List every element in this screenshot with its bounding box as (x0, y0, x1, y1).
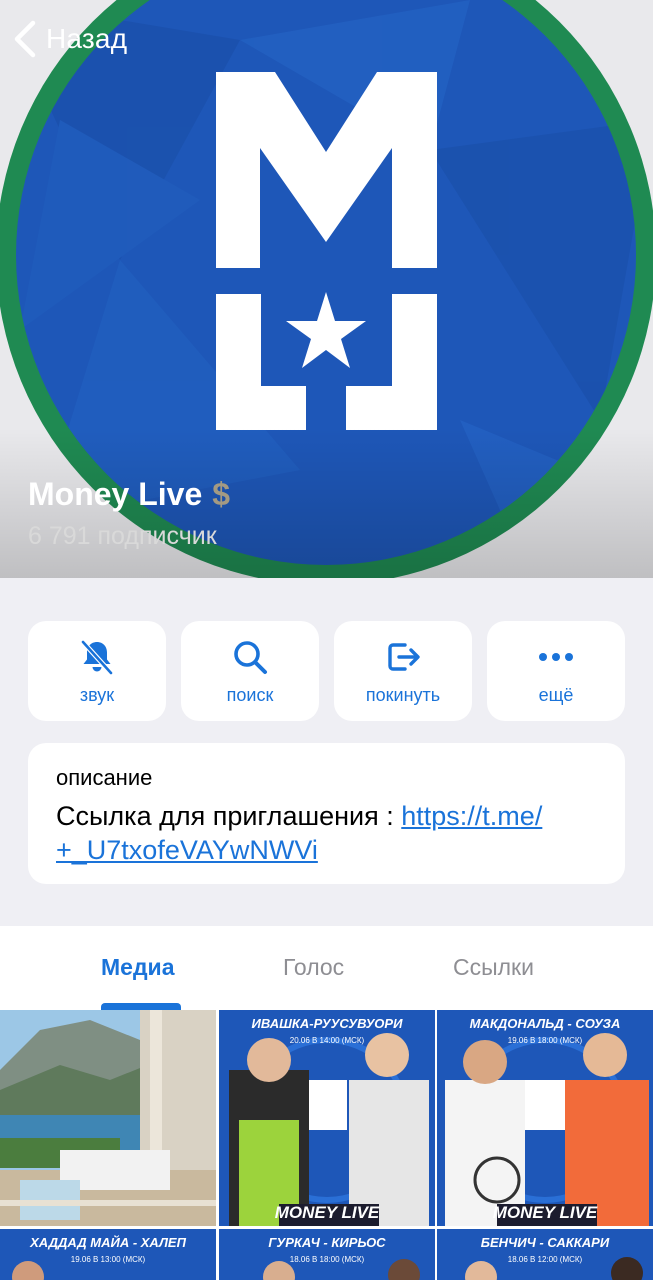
match-date: 19.06 В 18:00 (МСК) (507, 1036, 583, 1045)
action-label: ещё (538, 684, 574, 705)
description-card: описание Ссылка для приглашения : https:… (28, 743, 625, 884)
media-thumbnail-match[interactable]: ИВАШКА-РУУСУВУОРИ 20.06 В 14:00 (МСК) MO… (219, 1010, 435, 1226)
media-tabs: Медиа Голос Ссылки (0, 926, 653, 1010)
media-thumbnail-match[interactable]: БЕНЧИЧ - САККАРИ 18.06 В 12:00 (МСК) (437, 1229, 653, 1280)
match-date: 18.06 В 18:00 (МСК) (289, 1255, 365, 1264)
more-icon (539, 652, 573, 661)
media-thumbnail-match[interactable]: МАКДОНАЛЬД - СОУЗА 19.06 В 18:00 (МСК) M… (437, 1010, 653, 1226)
tab-voice[interactable]: Голос (283, 954, 344, 981)
media-thumbnail-match[interactable]: ХАДДАД МАЙА - ХАЛЕП 19.06 В 13:00 (МСК) (0, 1229, 216, 1280)
brand-label: MONEY LIVE (492, 1203, 598, 1222)
back-button[interactable]: Назад (12, 18, 127, 60)
action-label: покинуть (365, 684, 441, 705)
channel-name: Money Live $ (28, 476, 230, 513)
match-date: 18.06 В 12:00 (МСК) (507, 1255, 583, 1264)
search-button[interactable]: поиск (181, 621, 319, 721)
channel-header: Назад Money Live $ 6 791 подписчик (0, 0, 653, 578)
match-date: 20.06 В 14:00 (МСК) (289, 1036, 365, 1045)
description-label: Ссылка для приглашения : (56, 801, 402, 831)
action-bar: звук поиск покинуть ещё (28, 621, 625, 721)
description-text: Ссылка для приглашения : https://t.me/ +_… (56, 799, 597, 867)
invite-link-tail[interactable]: +_U7txofeVAYwNWVi (56, 835, 318, 865)
subscriber-count: 6 791 подписчик (28, 522, 217, 550)
more-button[interactable]: ещё (487, 621, 625, 721)
tab-media[interactable]: Медиа (101, 954, 174, 981)
match-title: БЕНЧИЧ - САККАРИ (480, 1235, 610, 1250)
dollar-icon: $ (212, 476, 231, 512)
back-label: Назад (46, 23, 128, 54)
leave-icon (388, 642, 420, 671)
media-thumbnail-match[interactable]: ГУРКАЧ - КИРЬОС 18.06 В 18:00 (МСК) (219, 1229, 435, 1280)
media-grid: ИВАШКА-РУУСУВУОРИ 20.06 В 14:00 (МСК) MO… (0, 1010, 653, 1280)
chevron-left-icon (14, 20, 36, 58)
channel-title: Money Live (28, 476, 203, 512)
tab-links[interactable]: Ссылки (453, 954, 534, 981)
invite-link[interactable]: https://t.me/ (401, 801, 542, 831)
description-heading: описание (56, 765, 153, 790)
match-title: ИВАШКА-РУУСУВУОРИ (251, 1016, 403, 1031)
search-icon (234, 640, 267, 674)
tab-indicator (101, 1003, 181, 1010)
brand-label: MONEY LIVE (274, 1203, 380, 1222)
leave-button[interactable]: покинуть (334, 621, 472, 721)
match-date: 19.06 В 13:00 (МСК) (70, 1255, 146, 1264)
action-label: поиск (226, 684, 274, 705)
match-title: МАКДОНАЛЬД - СОУЗА (469, 1016, 621, 1031)
mute-button[interactable]: звук (28, 621, 166, 721)
match-title: ХАДДАД МАЙА - ХАЛЕП (30, 1235, 186, 1250)
action-label: звук (79, 684, 115, 705)
match-title: ГУРКАЧ - КИРЬОС (268, 1235, 386, 1250)
bell-slash-icon (81, 639, 113, 675)
balcony-photo-image (0, 1010, 216, 1226)
media-thumbnail-photo[interactable] (0, 1010, 216, 1226)
